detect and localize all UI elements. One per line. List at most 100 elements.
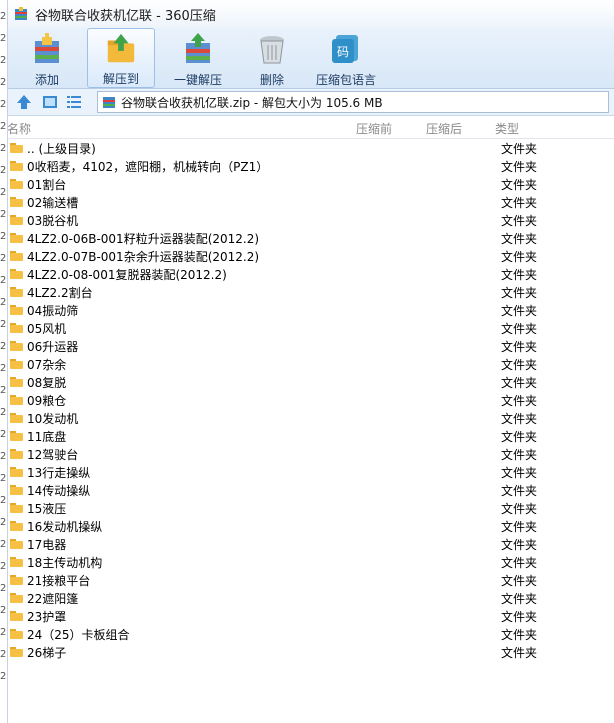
table-row[interactable]: 09粮仓 文件夹 <box>7 391 614 409</box>
file-name: 22遮阳篷 <box>27 592 79 606</box>
column-name[interactable]: 名称 <box>7 120 31 137</box>
file-name: 4LZ2.0-07B-001杂余升运器装配(2012.2) <box>27 250 260 264</box>
folder-icon <box>10 503 23 513</box>
folder-icon <box>10 179 23 189</box>
column-type[interactable]: 类型 <box>495 120 519 137</box>
file-type: 文件夹 <box>501 196 538 210</box>
edge-char: 2 <box>0 429 7 440</box>
table-row[interactable]: 02输送槽 文件夹 <box>7 193 614 211</box>
file-name: 08复脱 <box>27 376 67 390</box>
table-row[interactable]: 11底盘 文件夹 <box>7 427 614 445</box>
file-type: 文件夹 <box>501 394 538 408</box>
table-row[interactable]: 15液压 文件夹 <box>7 499 614 517</box>
table-row[interactable]: 13行走操纵 文件夹 <box>7 463 614 481</box>
edge-char: 2 <box>0 473 7 484</box>
file-name: 07杂余 <box>27 358 67 372</box>
edge-char: 2 <box>0 539 7 550</box>
file-type: 文件夹 <box>501 412 538 426</box>
table-row[interactable]: 05风机 文件夹 <box>7 319 614 337</box>
folder-icon <box>10 647 23 657</box>
file-type: 文件夹 <box>501 376 538 390</box>
folder-icon <box>10 521 23 531</box>
folder-icon <box>10 395 23 405</box>
table-row[interactable]: 07杂余 文件夹 <box>7 355 614 373</box>
table-row[interactable]: 22遮阳篷 文件夹 <box>7 589 614 607</box>
table-row[interactable]: 23护罩 文件夹 <box>7 607 614 625</box>
table-row[interactable]: 4LZ2.2割台 文件夹 <box>7 283 614 301</box>
extract-to-button[interactable]: 解压到 <box>87 28 155 88</box>
column-compressed-before[interactable]: 压缩前 <box>356 120 392 137</box>
code-language-icon: 码 <box>332 35 358 63</box>
add-button[interactable]: 添加 <box>25 28 69 88</box>
file-type: 文件夹 <box>501 538 538 552</box>
table-row[interactable]: 06升运器 文件夹 <box>7 337 614 355</box>
left-window-edge: 2 2 2 2 2 2 2 2 2 2 2 2 2 2 2 2 2 2 2 2 2 2 2 2 2 2 2 2 2 2 2 <box>0 0 8 723</box>
file-type: 文件夹 <box>501 142 538 156</box>
archive-extract-icon <box>186 33 210 63</box>
table-row[interactable]: 04振动筛 文件夹 <box>7 301 614 319</box>
edge-char: 2 <box>0 517 7 528</box>
file-type: 文件夹 <box>501 574 538 588</box>
folder-icon <box>10 233 23 243</box>
table-row[interactable]: 14传动操纵 文件夹 <box>7 481 614 499</box>
table-row[interactable]: 26梯子 文件夹 <box>7 643 614 661</box>
table-row[interactable]: 4LZ2.0-06B-001籽粒升运器装配(2012.2) 文件夹 <box>7 229 614 247</box>
thumbnail-view-icon[interactable] <box>41 93 59 111</box>
table-row[interactable]: 01割台 文件夹 <box>7 175 614 193</box>
edge-char: 2 <box>0 385 7 396</box>
file-type: 文件夹 <box>501 610 538 624</box>
file-type: 文件夹 <box>501 448 538 462</box>
table-row[interactable]: 0收稻麦，4102，遮阳棚，机械转向（PZ1） 文件夹 <box>7 157 614 175</box>
table-row[interactable]: 16发动机操纵 文件夹 <box>7 517 614 535</box>
edge-char: 2 <box>0 297 7 308</box>
table-row[interactable]: 4LZ2.0-08-001复脱器装配(2012.2) 文件夹 <box>7 265 614 283</box>
file-name: 17电器 <box>27 538 67 552</box>
delete-button[interactable]: 删除 <box>251 28 293 88</box>
folder-icon <box>10 269 23 279</box>
table-row[interactable]: 12驾驶台 文件夹 <box>7 445 614 463</box>
table-row[interactable]: .. (上级目录) 文件夹 <box>7 139 614 157</box>
table-row[interactable]: 24（25）卡板组合 文件夹 <box>7 625 614 643</box>
list-view-icon[interactable] <box>65 93 83 111</box>
file-name: 18主传动机构 <box>27 556 103 570</box>
folder-icon <box>10 593 23 603</box>
file-name: 0收稻麦，4102，遮阳棚，机械转向（PZ1） <box>27 160 269 174</box>
table-row[interactable]: 10发动机 文件夹 <box>7 409 614 427</box>
folder-icon <box>10 377 23 387</box>
add-label: 添加 <box>34 73 59 87</box>
file-type: 文件夹 <box>501 160 538 174</box>
edge-char: 2 <box>0 319 7 330</box>
edge-char: 2 <box>0 77 7 88</box>
file-type: 文件夹 <box>501 178 538 192</box>
file-type: 文件夹 <box>501 430 538 444</box>
table-row[interactable]: 08复脱 文件夹 <box>7 373 614 391</box>
up-arrow-icon[interactable] <box>15 93 33 111</box>
file-type: 文件夹 <box>501 520 538 534</box>
folder-icon <box>10 539 23 549</box>
file-name: 4LZ2.2割台 <box>27 286 93 300</box>
edge-char: 2 <box>0 165 7 176</box>
column-compressed-after[interactable]: 压缩后 <box>426 120 462 137</box>
edge-char: 2 <box>0 341 7 352</box>
table-row[interactable]: 21接粮平台 文件夹 <box>7 571 614 589</box>
file-name: 13行走操纵 <box>27 466 91 480</box>
extract-folder-icon <box>107 33 135 63</box>
folder-icon <box>10 251 23 261</box>
file-name: 16发动机操纵 <box>27 520 103 534</box>
extract-to-label: 解压到 <box>102 72 139 86</box>
file-name: 14传动操纵 <box>27 484 91 498</box>
path-field[interactable]: 谷物联合收获机亿联.zip - 解包大小为 105.6 MB <box>97 91 609 113</box>
file-name: 02输送槽 <box>27 196 79 210</box>
edge-char: 2 <box>0 671 7 682</box>
archive-language-button[interactable]: 码 压缩包语言 <box>313 28 379 88</box>
one-click-extract-button[interactable]: 一键解压 <box>167 28 229 88</box>
table-row[interactable]: 4LZ2.0-07B-001杂余升运器装配(2012.2) 文件夹 <box>7 247 614 265</box>
table-row[interactable]: 18主传动机构 文件夹 <box>7 553 614 571</box>
folder-icon <box>10 485 23 495</box>
table-row[interactable]: 03脱谷机 文件夹 <box>7 211 614 229</box>
edge-char: 2 <box>0 495 7 506</box>
folder-icon <box>10 413 23 423</box>
table-row[interactable]: 17电器 文件夹 <box>7 535 614 553</box>
edge-char: 2 <box>0 363 7 374</box>
file-name: 23护罩 <box>27 610 67 624</box>
